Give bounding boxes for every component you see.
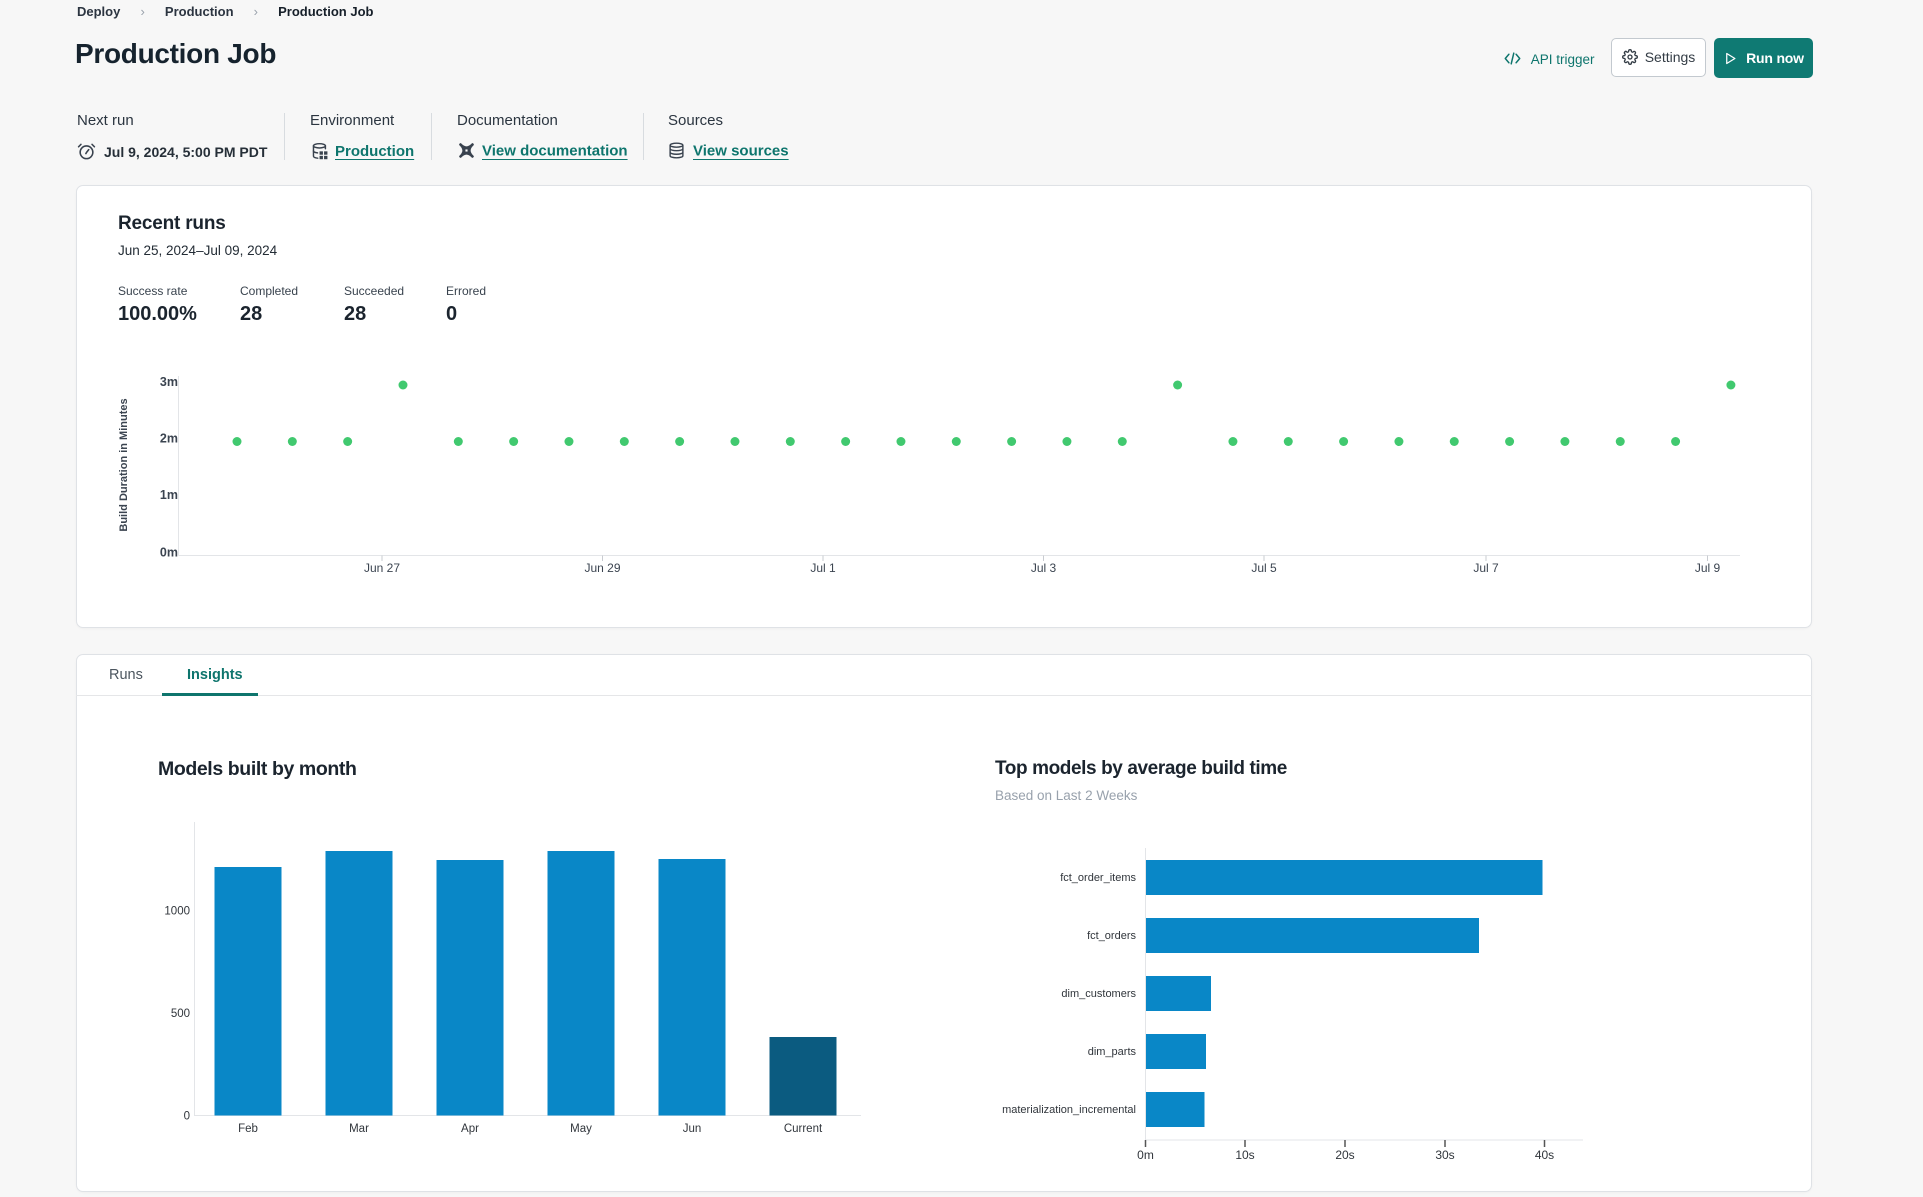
svg-text:3m: 3m <box>160 375 178 389</box>
svg-text:10s: 10s <box>1235 1148 1254 1162</box>
svg-text:1m: 1m <box>160 488 178 502</box>
svg-text:Apr: Apr <box>461 1123 479 1135</box>
svg-text:materialization_incremental: materialization_incremental <box>1002 1104 1136 1116</box>
svg-text:500: 500 <box>171 1008 190 1020</box>
svg-text:fct_orders: fct_orders <box>1087 930 1136 942</box>
svg-text:Mar: Mar <box>349 1123 369 1135</box>
svg-text:2m: 2m <box>160 432 178 446</box>
svg-text:40s: 40s <box>1535 1148 1554 1162</box>
svg-text:fct_order_items: fct_order_items <box>1060 872 1136 884</box>
svg-text:Jun: Jun <box>683 1123 702 1135</box>
svg-text:20s: 20s <box>1335 1148 1354 1162</box>
svg-text:Jun 27: Jun 27 <box>364 561 400 575</box>
svg-text:Current: Current <box>784 1123 823 1135</box>
svg-text:Jul 1: Jul 1 <box>810 561 836 575</box>
svg-text:Jun 29: Jun 29 <box>584 561 620 575</box>
svg-text:0: 0 <box>184 1111 190 1123</box>
svg-text:0m: 0m <box>160 546 178 560</box>
svg-text:Jul 9: Jul 9 <box>1695 561 1721 575</box>
svg-text:May: May <box>570 1123 592 1135</box>
svg-text:dim_parts: dim_parts <box>1088 1046 1137 1058</box>
svg-text:Feb: Feb <box>238 1123 258 1135</box>
svg-text:Jul 7: Jul 7 <box>1473 561 1499 575</box>
svg-text:dim_customers: dim_customers <box>1061 988 1136 1000</box>
svg-text:Jul 3: Jul 3 <box>1031 561 1057 575</box>
svg-text:30s: 30s <box>1435 1148 1454 1162</box>
svg-text:Build Duration in Minutes: Build Duration in Minutes <box>118 398 130 531</box>
svg-text:0m: 0m <box>1137 1148 1154 1162</box>
svg-text:Jul 5: Jul 5 <box>1251 561 1277 575</box>
svg-text:1000: 1000 <box>164 906 190 918</box>
